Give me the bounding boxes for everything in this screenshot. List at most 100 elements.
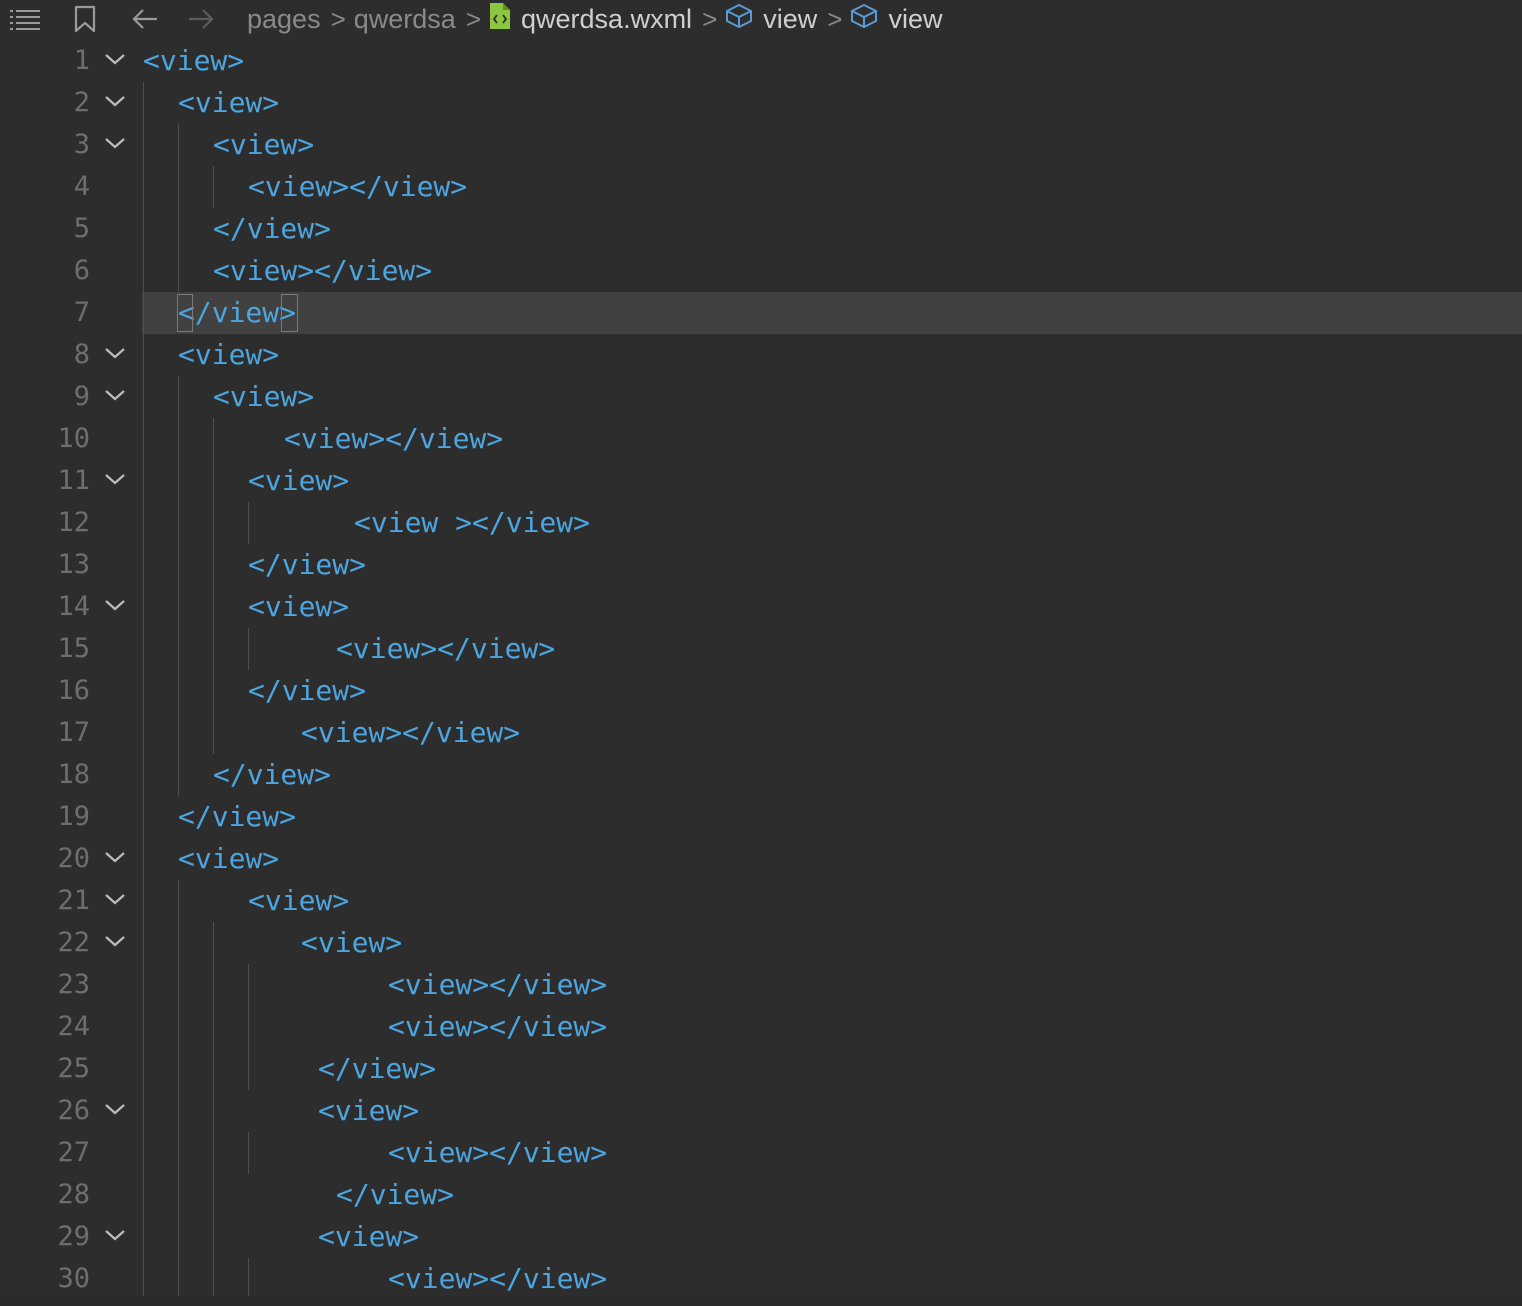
code-line[interactable]: 5 </view>	[0, 208, 1522, 250]
line-number: 27	[57, 1137, 90, 1168]
code-line[interactable]: 17 <view></view>	[0, 712, 1522, 754]
code-editor[interactable]: 1 <view> 2 <view> 3 <view> 4 <view></view> 5 </vi…	[0, 40, 1522, 1306]
code-text[interactable]: <view>	[178, 334, 279, 376]
code-text[interactable]: <view ></view>	[354, 502, 590, 544]
bookmark-icon[interactable]	[72, 4, 98, 34]
fold-chevron-down-icon[interactable]	[103, 90, 127, 114]
code-line[interactable]: 10 <view></view>	[0, 418, 1522, 460]
code-line[interactable]: 24 <view></view>	[0, 1006, 1522, 1048]
line-number: 7	[73, 297, 90, 328]
code-text[interactable]: <view>	[248, 586, 349, 628]
code-line[interactable]: 14 <view>	[0, 586, 1522, 628]
line-number: 8	[73, 339, 90, 370]
line-number: 19	[57, 801, 90, 832]
code-line[interactable]: 16 </view>	[0, 670, 1522, 712]
code-line[interactable]: 3 <view>	[0, 124, 1522, 166]
line-number: 13	[57, 549, 90, 580]
code-text[interactable]: <view>	[178, 838, 279, 880]
line-number: 24	[57, 1011, 90, 1042]
horizontal-scrollbar[interactable]	[0, 1296, 1522, 1306]
code-line[interactable]: 29 <view>	[0, 1216, 1522, 1258]
code-text[interactable]: <view>	[213, 376, 314, 418]
code-text[interactable]: </view>	[336, 1174, 454, 1216]
code-line[interactable]: 20 <view>	[0, 838, 1522, 880]
fold-chevron-down-icon[interactable]	[103, 930, 127, 954]
code-text[interactable]: </view>	[318, 1048, 436, 1090]
code-line[interactable]: 15 <view></view>	[0, 628, 1522, 670]
code-line[interactable]: 11 <view>	[0, 460, 1522, 502]
code-line[interactable]: 18 </view>	[0, 754, 1522, 796]
chevron-right-icon: >	[330, 3, 346, 34]
code-line[interactable]: 28 </view>	[0, 1174, 1522, 1216]
fold-chevron-down-icon[interactable]	[103, 594, 127, 618]
code-line[interactable]: 22 <view>	[0, 922, 1522, 964]
code-line[interactable]: 13 </view>	[0, 544, 1522, 586]
fold-chevron-down-icon[interactable]	[103, 132, 127, 156]
code-text[interactable]: <view></view>	[388, 1258, 607, 1300]
code-line[interactable]: 2 <view>	[0, 82, 1522, 124]
chevron-right-icon: >	[827, 3, 843, 34]
code-text[interactable]: <view></view>	[284, 418, 503, 460]
code-text[interactable]: <view>	[143, 40, 244, 82]
back-arrow-icon[interactable]	[130, 4, 160, 34]
code-line[interactable]: 6 <view></view>	[0, 250, 1522, 292]
indent-guide	[248, 628, 249, 670]
code-line[interactable]: 4 <view></view>	[0, 166, 1522, 208]
code-line[interactable]: 27 <view></view>	[0, 1132, 1522, 1174]
code-text[interactable]: <view>	[318, 1216, 419, 1258]
code-line[interactable]: 1 <view>	[0, 40, 1522, 82]
code-text[interactable]: <view>	[213, 124, 314, 166]
fold-chevron-down-icon[interactable]	[103, 1224, 127, 1248]
fold-chevron-down-icon[interactable]	[103, 468, 127, 492]
code-text[interactable]: </view>	[178, 292, 296, 334]
code-text[interactable]: </view>	[213, 208, 331, 250]
code-line[interactable]: 9 <view>	[0, 376, 1522, 418]
code-line[interactable]: 8 <view>	[0, 334, 1522, 376]
code-line[interactable]: 25 </view>	[0, 1048, 1522, 1090]
breadcrumb-item-symbol-view-current[interactable]: view	[888, 4, 942, 35]
code-line[interactable]: 7 </view>	[0, 292, 1522, 334]
breadcrumb-item-pages[interactable]: pages	[247, 4, 321, 35]
code-text[interactable]: <view></view>	[336, 628, 555, 670]
code-text[interactable]: <view>	[301, 922, 402, 964]
line-number: 14	[57, 591, 90, 622]
indent-guide	[248, 964, 249, 1090]
code-text[interactable]: <view></view>	[213, 250, 432, 292]
code-line[interactable]: 26 <view>	[0, 1090, 1522, 1132]
code-text[interactable]: <view>	[318, 1090, 419, 1132]
fold-chevron-down-icon[interactable]	[103, 342, 127, 366]
fold-chevron-down-icon[interactable]	[103, 888, 127, 912]
forward-arrow-icon[interactable]	[186, 4, 216, 34]
code-text[interactable]: <view></view>	[388, 1132, 607, 1174]
code-text[interactable]: <view></view>	[301, 712, 520, 754]
breadcrumb-item-folder[interactable]: qwerdsa	[354, 4, 456, 35]
fold-chevron-down-icon[interactable]	[103, 846, 127, 870]
line-number: 28	[57, 1179, 90, 1210]
code-text[interactable]: <view></view>	[388, 1006, 607, 1048]
breadcrumb-item-file[interactable]: qwerdsa.wxml	[521, 4, 692, 35]
code-text[interactable]: </view>	[213, 754, 331, 796]
breadcrumb-item-symbol-view[interactable]: view	[763, 4, 817, 35]
fold-chevron-down-icon[interactable]	[103, 48, 127, 72]
line-number: 22	[57, 927, 90, 958]
code-text[interactable]: <view>	[248, 460, 349, 502]
code-text[interactable]: <view>	[178, 82, 279, 124]
fold-chevron-down-icon[interactable]	[103, 1098, 127, 1122]
code-line[interactable]: 21 <view>	[0, 880, 1522, 922]
code-text[interactable]: <view></view>	[248, 166, 467, 208]
code-line[interactable]: 30 <view></view>	[0, 1258, 1522, 1300]
fold-chevron-down-icon[interactable]	[103, 384, 127, 408]
line-number: 2	[73, 87, 90, 118]
indent-guide	[143, 82, 144, 1300]
code-text[interactable]: </view>	[248, 544, 366, 586]
code-text[interactable]: <view>	[248, 880, 349, 922]
code-line[interactable]: 19 </view>	[0, 796, 1522, 838]
line-number: 10	[57, 423, 90, 454]
line-number: 25	[57, 1053, 90, 1084]
code-text[interactable]: </view>	[248, 670, 366, 712]
outline-list-icon[interactable]	[8, 4, 42, 34]
code-text[interactable]: <view></view>	[388, 964, 607, 1006]
code-text[interactable]: </view>	[178, 796, 296, 838]
code-line[interactable]: 23 <view></view>	[0, 964, 1522, 1006]
code-line[interactable]: 12 <view ></view>	[0, 502, 1522, 544]
